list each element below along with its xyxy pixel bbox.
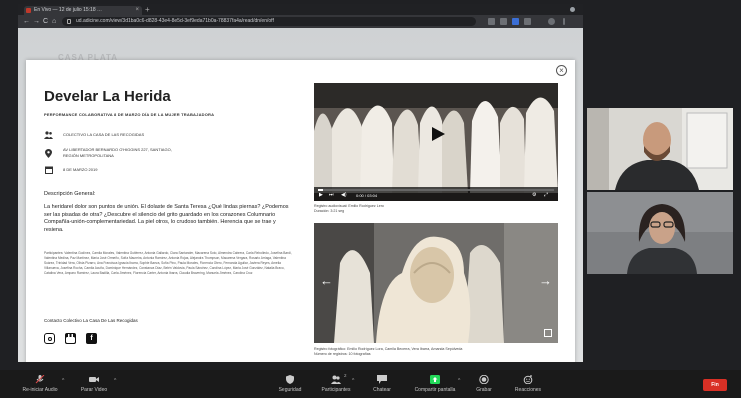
volume-icon[interactable]: ◀): [341, 192, 347, 199]
video-controls: ▶ ⏭ ◀) 0:00 / 03:04 ⚙ ⤢: [314, 187, 558, 201]
info-date: 8 DE MARZO 2019: [44, 165, 97, 174]
mute-audio-label: Re-iniciar Audio: [22, 387, 58, 393]
browser-window-control-icon[interactable]: [570, 7, 575, 12]
video-progress-bar[interactable]: [318, 189, 554, 191]
end-meeting-button[interactable]: Fin: [703, 379, 727, 391]
participants-icon: [331, 375, 341, 384]
bookmark-star-icon[interactable]: [500, 18, 507, 25]
chat-icon: [377, 375, 387, 384]
back-button[interactable]: ←: [23, 17, 30, 26]
video-time: 0:00 / 03:04: [356, 193, 378, 198]
gallery-next-arrow-icon[interactable]: →: [539, 273, 552, 288]
home-button[interactable]: ⌂: [52, 17, 56, 26]
chat-label: Chatear: [373, 387, 391, 393]
video-frame-image: [314, 83, 558, 201]
settings-gear-icon[interactable]: ⚙: [532, 192, 536, 199]
info-text: COLECTIVO LA CASA DE LAS RECOGIDAS: [63, 131, 145, 137]
webpage-background: CASA PLATA × Develar La Herida PERFORMAN…: [18, 28, 583, 362]
security-button[interactable]: Seguridad: [268, 375, 312, 393]
participant-video-tile[interactable]: [587, 108, 733, 190]
calendar-icon: [44, 165, 53, 174]
zoom-meeting-window: En Vivo — 12 de julio 15:18 … × + ← → C …: [0, 0, 741, 398]
description-heading: Descripción General:: [44, 191, 96, 197]
gallery-photo-image: [314, 223, 558, 343]
reactions-label: Reacciones: [514, 387, 542, 393]
skip-icon[interactable]: ⏭: [329, 192, 334, 199]
info-text: AV LIBERTADOR BERNARDO O'HIGGINS 227, SA…: [63, 147, 172, 158]
video-camera-icon: [89, 377, 99, 382]
participants-text: Participantes: Valentina Godínez, Camila…: [44, 251, 292, 275]
security-label: Seguridad: [278, 387, 302, 393]
photo-gallery[interactable]: ← →: [314, 223, 558, 343]
profile-avatar-icon[interactable]: [548, 18, 555, 25]
participant-camera-image: [587, 108, 733, 190]
address-url: ud.adicine.com/view/3d1ba0c6-d828-43e4-8…: [76, 18, 274, 24]
tab-close-icon[interactable]: ×: [135, 6, 139, 15]
project-subtitle: PERFORMANCE COLABORATIVA 8 DE MARZO DÍA …: [44, 112, 215, 117]
gallery-caption: Registro fotográfico: Emilio Rodríguez L…: [314, 347, 463, 356]
forward-button[interactable]: →: [33, 17, 40, 26]
info-location: AV LIBERTADOR BERNARDO O'HIGGINS 227, SA…: [44, 147, 172, 159]
zoom-toolbar: Re-iniciar Audio ^ Parar Video ^ Segurid…: [0, 370, 741, 398]
participants-options-caret[interactable]: ^: [352, 378, 354, 384]
fullscreen-icon[interactable]: ⤢: [544, 192, 548, 199]
record-label: Grabar: [476, 387, 492, 393]
facebook-icon[interactable]: f: [86, 333, 97, 344]
browser-tab[interactable]: En Vivo — 12 de julio 15:18 … ×: [24, 6, 142, 15]
gallery-prev-arrow-icon[interactable]: ←: [320, 273, 333, 288]
extension-icon[interactable]: [488, 18, 495, 25]
browser-menu-icon[interactable]: [563, 18, 565, 25]
browser-tab-strip: En Vivo — 12 de julio 15:18 … × +: [18, 4, 583, 15]
share-screen-button[interactable]: Compartir pantalla: [411, 375, 459, 393]
tab-title: En Vivo — 12 de julio 15:18 …: [34, 7, 103, 13]
info-collective: COLECTIVO LA CASA DE LAS RECOGIDAS: [44, 130, 144, 139]
group-icon: [44, 130, 53, 139]
new-tab-button[interactable]: +: [145, 5, 150, 14]
tab-favicon-icon: [26, 8, 31, 13]
share-screen-icon: [430, 375, 440, 384]
browser-toolbar: ← → C ⌂ ud.adicine.com/view/3d1ba0c6-d82…: [18, 15, 583, 28]
info-text: 8 DE MARZO 2019: [63, 166, 98, 172]
extension-icon[interactable]: [512, 18, 519, 25]
reactions-button[interactable]: Reacciones: [506, 375, 550, 393]
audio-options-caret[interactable]: ^: [62, 378, 64, 384]
youtube-icon[interactable]: [65, 333, 76, 344]
share-screen-label: Compartir pantalla: [414, 387, 456, 393]
participant-camera-image: [587, 192, 733, 274]
share-options-caret[interactable]: ^: [458, 378, 460, 384]
extension-icon[interactable]: [524, 18, 531, 25]
microphone-muted-icon: [35, 375, 45, 384]
reload-button[interactable]: C: [43, 17, 48, 26]
record-icon: [479, 375, 489, 384]
video-progress-fill: [318, 189, 323, 191]
description-text: La heridarel dolor son puntos de unión. …: [44, 204, 289, 233]
shared-screen: En Vivo — 12 de julio 15:18 … × + ← → C …: [18, 4, 583, 362]
video-player[interactable]: ▶ ⏭ ◀) 0:00 / 03:04 ⚙ ⤢: [314, 83, 558, 201]
lock-icon: [67, 19, 71, 24]
participants-label: Participantes: [321, 387, 351, 393]
location-pin-icon: [44, 148, 53, 158]
video-caption: Registro audiovisual: Emilio Rodríguez L…: [314, 204, 384, 213]
instagram-icon[interactable]: [44, 333, 55, 344]
contact-label: Contacto Colectivo La Casa De Las Recogi…: [44, 318, 138, 323]
participants-count-badge: 2: [344, 373, 347, 378]
reactions-icon: [523, 375, 533, 384]
stop-video-label: Parar Video: [80, 387, 108, 393]
address-bar[interactable]: ud.adicine.com/view/3d1ba0c6-d828-43e4-8…: [62, 17, 476, 26]
project-modal: × Develar La Herida PERFORMANCE COLABORA…: [26, 60, 575, 362]
chat-button[interactable]: Chatear: [360, 375, 404, 393]
shield-icon: [286, 375, 294, 384]
social-links: f: [44, 333, 97, 344]
expand-icon[interactable]: [544, 329, 552, 337]
play-icon[interactable]: ▶: [319, 192, 323, 199]
modal-close-button[interactable]: ×: [556, 65, 567, 76]
stop-video-button[interactable]: Parar Video: [72, 375, 116, 393]
mute-audio-button[interactable]: Re-iniciar Audio: [18, 375, 62, 393]
participant-video-tile[interactable]: [587, 192, 733, 274]
project-title: Develar La Herida: [44, 88, 171, 105]
video-options-caret[interactable]: ^: [114, 378, 116, 384]
record-button[interactable]: Grabar: [462, 375, 506, 393]
